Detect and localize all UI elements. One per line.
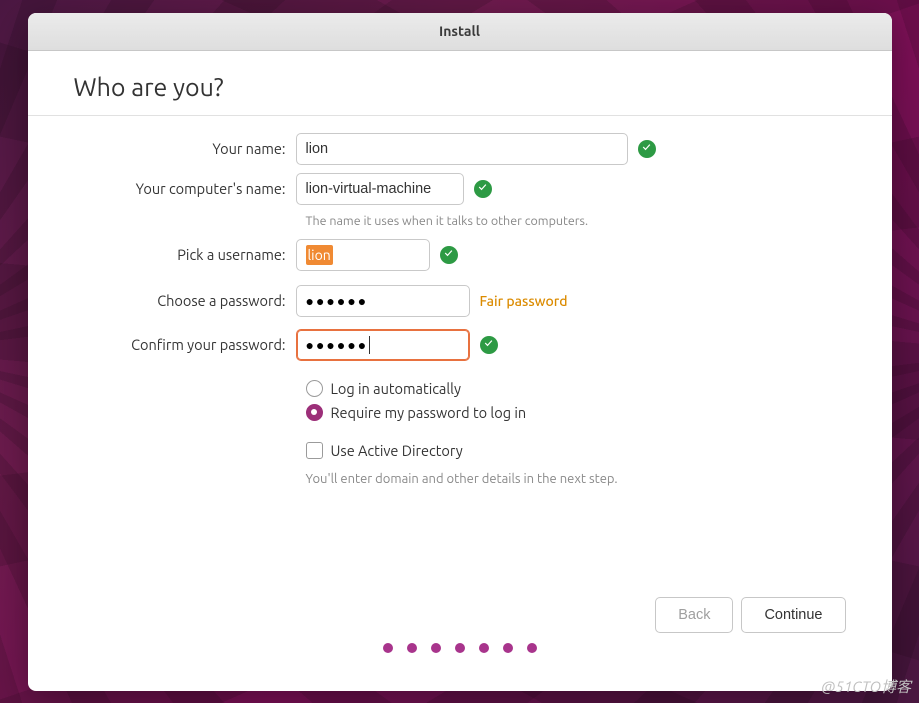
window-title: Install [439, 23, 480, 39]
titlebar: Install [28, 13, 892, 51]
check-icon [440, 246, 458, 264]
row-computer: Your computer's name: [74, 172, 846, 206]
username-input[interactable]: lion [296, 239, 430, 271]
continue-button[interactable]: Continue [741, 597, 845, 633]
checkbox-icon [306, 442, 323, 459]
dot-icon [431, 643, 441, 653]
confirm-password-input[interactable]: ●●●●●● [296, 329, 470, 361]
password-input[interactable]: ●●●●●● [296, 285, 470, 317]
label-computer: Your computer's name: [74, 180, 296, 197]
dot-icon [503, 643, 513, 653]
progress-dots [74, 643, 846, 677]
watermark: @51CTO博客 [821, 676, 911, 697]
row-confirm: Confirm your password: ●●●●●● [74, 328, 846, 362]
computer-hint: The name it uses when it talks to other … [74, 214, 846, 228]
label-username: Pick a username: [74, 246, 296, 263]
dot-icon [383, 643, 393, 653]
row-password: Choose a password: ●●●●●● Fair password [74, 284, 846, 318]
label-name: Your name: [74, 140, 296, 157]
content: Who are you? Your name: Your computer's … [28, 51, 892, 691]
name-input[interactable] [296, 133, 628, 165]
footer: Back Continue [74, 567, 846, 643]
radio-icon [306, 380, 323, 397]
installer-window: Install Who are you? Your name: Your com… [28, 13, 892, 691]
dot-icon [407, 643, 417, 653]
check-icon [480, 336, 498, 354]
login-options: Log in automatically Require my password… [74, 380, 846, 486]
computer-name-input[interactable] [296, 173, 464, 205]
page-heading: Who are you? [74, 73, 846, 101]
row-username: Pick a username: lion [74, 238, 846, 272]
row-name: Your name: [74, 132, 846, 166]
checkbox-active-directory[interactable]: Use Active Directory [306, 442, 846, 459]
label-password: Choose a password: [74, 292, 296, 309]
active-directory-hint: You'll enter domain and other details in… [306, 472, 846, 486]
password-strength: Fair password [480, 293, 568, 309]
dot-icon [479, 643, 489, 653]
check-icon [474, 180, 492, 198]
back-button[interactable]: Back [655, 597, 733, 633]
check-icon [638, 140, 656, 158]
radio-require-password[interactable]: Require my password to log in [306, 404, 846, 421]
dot-icon [455, 643, 465, 653]
radio-login-auto[interactable]: Log in automatically [306, 380, 846, 397]
user-form: Your name: Your computer's name: The nam… [74, 132, 846, 486]
divider [28, 115, 892, 116]
dot-icon [527, 643, 537, 653]
username-value: lion [306, 245, 333, 265]
radio-icon [306, 404, 323, 421]
label-confirm: Confirm your password: [74, 336, 296, 353]
text-cursor-icon [369, 336, 370, 354]
